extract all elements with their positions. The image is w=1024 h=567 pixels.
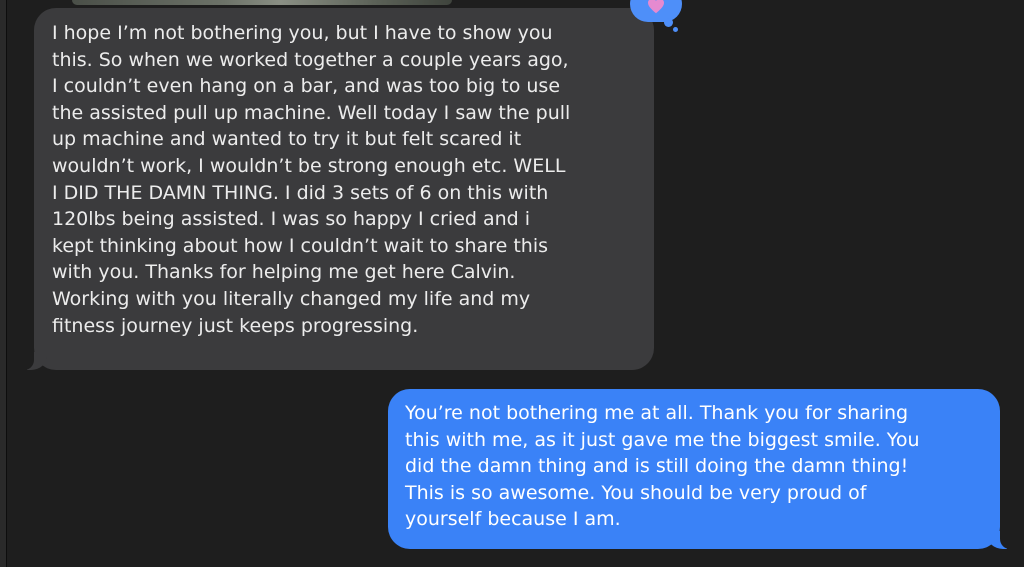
sidebar-edge (0, 0, 7, 567)
incoming-message-bubble[interactable]: I hope I’m not bothering you, but I have… (8, 8, 654, 370)
heart-icon (648, 0, 664, 14)
attached-photo-edge[interactable] (72, 0, 452, 5)
incoming-message-text: I hope I’m not bothering you, but I have… (52, 22, 571, 337)
outgoing-message-bubble[interactable]: You’re not bothering me at all. Thank yo… (388, 389, 1024, 549)
tapback-reaction[interactable] (630, 0, 682, 22)
tapback-tail-dot (664, 18, 673, 27)
messages-window: I hope I’m not bothering you, but I have… (0, 0, 1024, 567)
outgoing-message-text: You’re not bothering me at all. Thank yo… (405, 402, 920, 531)
tapback-tail-dot-small (673, 27, 678, 32)
